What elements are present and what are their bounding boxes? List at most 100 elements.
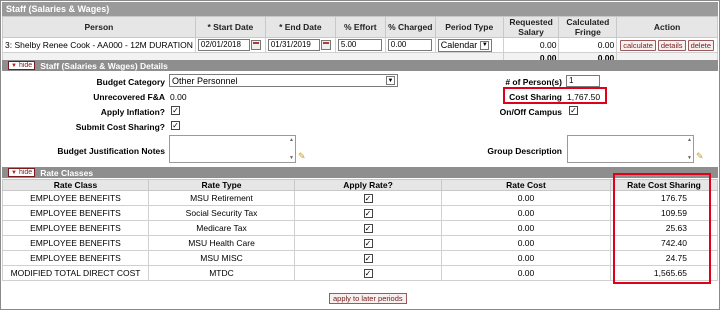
submit-cost-sharing-label: Submit Cost Sharing? (75, 122, 165, 132)
budget-panel: Staff (Salaries & Wages) Person * Start … (0, 0, 720, 310)
apply-rate-checkbox[interactable]: ✓ (363, 224, 373, 233)
col-rate-cost: Rate Cost (441, 179, 611, 191)
rate-type-cell: MSU MISC (148, 250, 295, 266)
dropdown-arrow-icon: ▼ (386, 76, 395, 85)
charged-cell: 0.00 (384, 37, 436, 53)
action-cell: calculate details delete (616, 37, 718, 53)
rate-row: EMPLOYEE BENEFITS Medicare Tax ✓ 0.00 25.63 (2, 220, 718, 236)
hide-details-button[interactable]: ▼ hide (8, 61, 36, 70)
charged-input[interactable]: 0.00 (387, 39, 432, 51)
apply-rate-checkbox[interactable]: ✓ (363, 254, 373, 263)
group-description-label: Group Description (487, 146, 562, 156)
hide-rate-classes-button[interactable]: ▼ hide (8, 168, 36, 177)
apply-rate-cell: ✓ (294, 250, 442, 266)
apply-rate-checkbox[interactable]: ✓ (363, 194, 373, 203)
calculate-button[interactable]: calculate (620, 39, 656, 51)
scroll-up-icon[interactable]: ▲ (289, 137, 294, 143)
rate-cost-cell: 0.00 (441, 250, 611, 266)
rate-cost-cell: 0.00 (441, 190, 611, 206)
apply-rate-checkbox[interactable]: ✓ (363, 239, 373, 248)
col-effort: % Effort (334, 16, 386, 38)
apply-to-later-periods-button[interactable]: apply to later periods (329, 293, 407, 304)
rate-classes-section-bar: ▼ hide Rate Classes (2, 167, 718, 178)
effort-input[interactable]: 5.00 (337, 39, 382, 51)
col-action: Action (616, 16, 718, 38)
scroll-down-icon[interactable]: ▼ (289, 155, 294, 161)
col-end-date: * End Date (264, 16, 336, 38)
rate-type-cell: MSU Health Care (148, 235, 295, 251)
rate-row: EMPLOYEE BENEFITS MSU Retirement ✓ 0.00 176.… (2, 190, 718, 206)
calendar-icon[interactable] (250, 40, 261, 50)
apply-rate-checkbox[interactable]: ✓ (363, 269, 373, 278)
effort-cell: 5.00 (334, 37, 386, 53)
rate-class-cell: EMPLOYEE BENEFITS (2, 235, 149, 251)
rate-cost-cell: 0.00 (441, 205, 611, 221)
staff-section-title: Staff (Salaries & Wages) (2, 2, 718, 16)
apply-rate-cell: ✓ (294, 235, 442, 251)
period-type-select[interactable]: Calendar ▼ (437, 38, 493, 52)
staff-table: Person * Start Date * End Date % Effort … (2, 16, 718, 64)
calculated-fringe-value: 0.00 (558, 37, 618, 53)
rate-cost-cell: 0.00 (441, 265, 611, 281)
num-persons-input[interactable]: 1 (566, 75, 600, 87)
budget-category-select[interactable]: Other Personnel ▼ (169, 74, 398, 87)
apply-rate-cell: ✓ (294, 205, 442, 221)
cost-sharing-highlight (503, 87, 607, 104)
collapse-triangle-icon: ▼ (11, 169, 17, 176)
col-rate-type: Rate Type (148, 179, 295, 191)
calendar-icon[interactable] (320, 40, 331, 50)
rate-classes-table: Rate Class Rate Type Apply Rate? Rate Co… (2, 179, 718, 281)
end-date-cell: 01/31/2019 (264, 37, 336, 53)
rate-cost-cell: 0.00 (441, 235, 611, 251)
person-name: 3: Shelby Renee Cook - AA000 - 12M DURAT… (2, 37, 196, 53)
staff-row: 3: Shelby Renee Cook - AA000 - 12M DURAT… (2, 37, 718, 53)
apply-rate-cell: ✓ (294, 220, 442, 236)
start-date-cell: 02/01/2018 (194, 37, 266, 53)
num-persons-label: # of Person(s) (505, 77, 562, 87)
details-section-title: Staff (Salaries & Wages) Details (40, 60, 168, 71)
apply-rate-checkbox[interactable]: ✓ (363, 209, 373, 218)
rate-cost-sharing-highlight (613, 173, 711, 284)
rate-cost-cell: 0.00 (441, 220, 611, 236)
rate-row: EMPLOYEE BENEFITS MSU Health Care ✓ 0.00 742… (2, 235, 718, 251)
col-charged: % Charged (384, 16, 436, 38)
details-button[interactable]: details (657, 39, 686, 51)
unrecovered-fa-value: 0.00 (170, 92, 187, 102)
col-calculated-fringe: Calculated Fringe (558, 16, 618, 38)
rate-classes-section-title: Rate Classes (40, 167, 94, 178)
budget-justification-textarea[interactable]: ▲ ▼ (169, 135, 296, 163)
col-rate-class: Rate Class (2, 179, 149, 191)
end-date-input[interactable]: 01/31/2019 (267, 39, 320, 51)
collapse-triangle-icon: ▼ (11, 62, 17, 69)
apply-rate-cell: ✓ (294, 190, 442, 206)
rate-row: MODIFIED TOTAL DIRECT COST MTDC ✓ 0.00 1,565… (2, 265, 718, 281)
pencil-icon[interactable]: ✎ (696, 151, 706, 161)
budget-justification-label: Budget Justification Notes (57, 146, 165, 156)
apply-rate-cell: ✓ (294, 265, 442, 281)
start-date-input[interactable]: 02/01/2018 (197, 39, 250, 51)
rate-type-cell: Social Security Tax (148, 205, 295, 221)
on-off-campus-checkbox[interactable]: ✓ (569, 106, 578, 115)
scroll-up-icon[interactable]: ▲ (687, 137, 692, 143)
rate-class-cell: EMPLOYEE BENEFITS (2, 250, 149, 266)
scroll-down-icon[interactable]: ▼ (687, 155, 692, 161)
rate-class-cell: EMPLOYEE BENEFITS (2, 205, 149, 221)
col-person: Person (2, 16, 196, 38)
rate-type-cell: MTDC (148, 265, 295, 281)
rate-class-cell: MODIFIED TOTAL DIRECT COST (2, 265, 149, 281)
delete-button[interactable]: delete (687, 39, 714, 51)
period-type-value: Calendar (440, 40, 478, 50)
period-type-cell: Calendar ▼ (434, 37, 504, 53)
on-off-campus-label: On/Off Campus (499, 107, 562, 117)
col-apply-rate: Apply Rate? (294, 179, 442, 191)
submit-cost-sharing-checkbox[interactable]: ✓ (171, 121, 180, 130)
col-requested-salary: Requested Salary (502, 16, 560, 38)
apply-inflation-checkbox[interactable]: ✓ (171, 106, 180, 115)
details-section-bar: ▼ hide Staff (Salaries & Wages) Details (2, 60, 718, 71)
dropdown-arrow-icon: ▼ (480, 40, 490, 50)
pencil-icon[interactable]: ✎ (298, 151, 308, 161)
budget-category-value: Other Personnel (172, 75, 238, 86)
group-description-textarea[interactable]: ▲ ▼ (567, 135, 694, 163)
rate-row: EMPLOYEE BENEFITS Social Security Tax ✓ 0.0… (2, 205, 718, 221)
rate-class-cell: EMPLOYEE BENEFITS (2, 220, 149, 236)
